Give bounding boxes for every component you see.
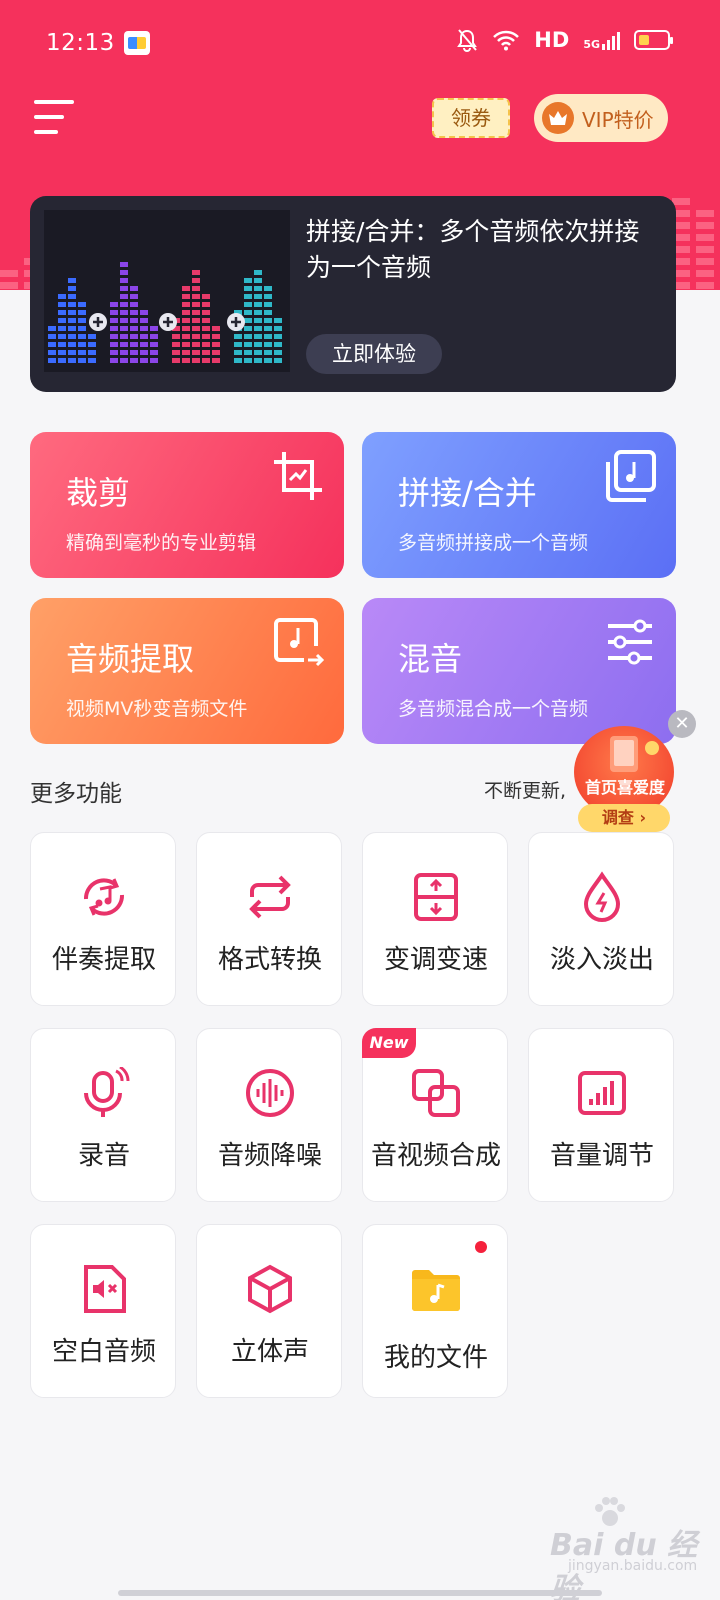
- volume-icon: [578, 1071, 626, 1115]
- tile-label: 变调变速: [383, 945, 488, 975]
- fade-icon: [583, 871, 621, 922]
- card-title: 裁剪: [66, 474, 131, 512]
- vip-button[interactable]: VIP特价: [534, 94, 668, 142]
- crop-icon: [274, 452, 322, 500]
- tool-denoise[interactable]: 音频降噪: [196, 1028, 342, 1202]
- survey-title: 首页喜爱度: [584, 778, 665, 797]
- watermark-url: jingyan.baidu.com: [568, 1558, 698, 1574]
- new-badge: New: [362, 1028, 416, 1058]
- mute-icon: [457, 29, 478, 52]
- card-subtitle: 视频MV秒变音频文件: [66, 698, 248, 720]
- tool-accompaniment[interactable]: 伴奏提取: [30, 832, 176, 1006]
- tile-label: 音视频合成: [370, 1141, 501, 1171]
- more-features-hint: 不断更新,: [484, 780, 567, 802]
- card-title: 音频提取: [66, 640, 195, 678]
- tile-label: 立体声: [230, 1337, 309, 1367]
- tool-fade[interactable]: 淡入淡出: [528, 832, 674, 1006]
- survey-button[interactable]: 调查 ›: [578, 804, 670, 832]
- survey-widget[interactable]: 首页喜爱度 调查 ›: [570, 724, 680, 836]
- coupon-button[interactable]: 领券: [432, 98, 510, 138]
- feature-card-mix[interactable]: 混音 多音频混合成一个音频: [362, 598, 676, 744]
- feature-card-merge[interactable]: 拼接/合并 多音频拼接成一个音频: [362, 432, 676, 578]
- tool-format-convert[interactable]: 格式转换: [196, 832, 342, 1006]
- notification-dot: [475, 1241, 487, 1253]
- tile-label: 空白音频: [51, 1337, 156, 1367]
- tile-label: 我的文件: [383, 1343, 488, 1373]
- tile-label: 淡入淡出: [549, 945, 654, 975]
- card-subtitle: 多音频混合成一个音频: [398, 698, 589, 720]
- banner-title: 拼接/合并：多个音频依次拼接为一个音频: [306, 217, 640, 282]
- tool-blank-audio[interactable]: 空白音频: [30, 1224, 176, 1398]
- tool-volume[interactable]: 音量调节: [528, 1028, 674, 1202]
- card-subtitle: 多音频拼接成一个音频: [398, 532, 589, 554]
- signal-label: 5G: [583, 38, 600, 51]
- menu-button[interactable]: [34, 98, 76, 136]
- folder-icon: [412, 1270, 460, 1311]
- try-now-button[interactable]: 立即体验: [306, 334, 442, 374]
- tool-pitch-speed[interactable]: 变调变速: [362, 832, 508, 1006]
- promo-banner[interactable]: 拼接/合并：多个音频依次拼接为一个音频 立即体验: [30, 196, 676, 392]
- watermark: Bai du 经验 jingyan.baidu.com: [540, 1497, 700, 1600]
- feature-card-cut[interactable]: 裁剪 精确到毫秒的专业剪辑: [30, 432, 344, 578]
- merge-icon: [606, 450, 656, 502]
- tool-stereo[interactable]: 立体声: [196, 1224, 342, 1398]
- app-icon: [124, 31, 150, 55]
- blank-audio-icon: [84, 1265, 126, 1313]
- battery-icon: [634, 30, 673, 50]
- compose-icon: [412, 1069, 460, 1117]
- home-indicator[interactable]: [118, 1590, 602, 1596]
- wifi-icon: [493, 30, 520, 51]
- tile-label: 音频降噪: [217, 1141, 322, 1171]
- pitch-speed-icon: [414, 873, 458, 921]
- extract-icon: [274, 618, 324, 667]
- status-time: 12:13: [46, 30, 115, 56]
- signal-icon: 5G: [583, 30, 620, 50]
- network-type: HD: [534, 28, 570, 52]
- stereo-icon: [248, 1264, 292, 1314]
- tool-record[interactable]: 录音: [30, 1028, 176, 1202]
- microphone-icon: [84, 1067, 130, 1117]
- tile-label: 音量调节: [549, 1141, 654, 1171]
- crown-icon: [542, 102, 574, 134]
- vip-label: VIP特价: [582, 107, 654, 132]
- tile-label: 录音: [77, 1141, 130, 1171]
- close-icon[interactable]: ✕: [668, 710, 696, 738]
- card-title: 混音: [398, 640, 463, 678]
- tile-label: 格式转换: [217, 945, 322, 975]
- convert-icon: [249, 875, 291, 919]
- accompaniment-icon: [83, 878, 125, 916]
- equalizer-illustration: [44, 210, 290, 372]
- tool-my-files[interactable]: 我的文件: [362, 1224, 508, 1398]
- card-subtitle: 精确到毫秒的专业剪辑: [66, 532, 257, 554]
- denoise-icon: [246, 1069, 294, 1117]
- tile-label: 伴奏提取: [51, 945, 156, 975]
- feature-card-extract[interactable]: 音频提取 视频MV秒变音频文件: [30, 598, 344, 744]
- status-bar: 12:13 HD 5G: [0, 0, 720, 86]
- more-features-title: 更多功能: [30, 781, 122, 807]
- sliders-icon: [608, 619, 652, 665]
- tool-av-compose[interactable]: New 音视频合成: [362, 1028, 508, 1202]
- card-title: 拼接/合并: [398, 474, 537, 512]
